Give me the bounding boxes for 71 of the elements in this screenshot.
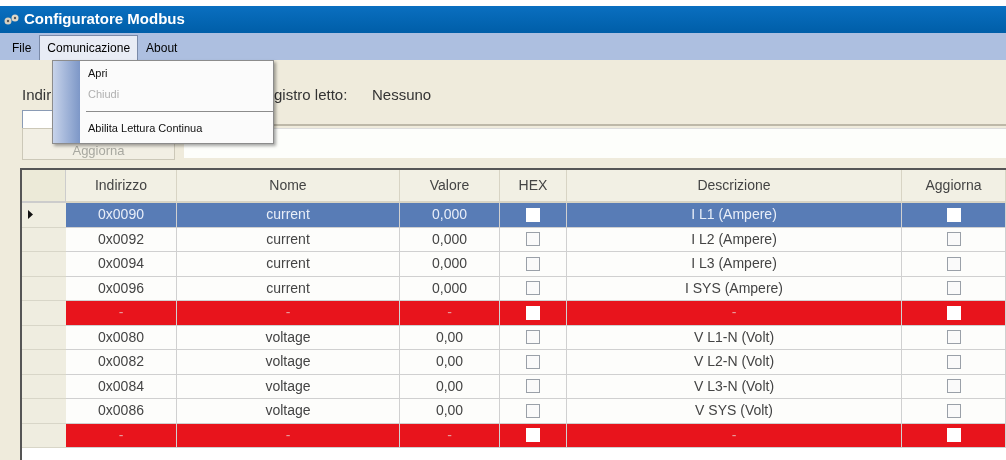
table-cell-text: 0,000	[431, 278, 467, 298]
update-checkbox[interactable]	[946, 281, 961, 296]
column-header: Aggiorna	[925, 176, 982, 195]
table-cell-text: current	[266, 254, 310, 274]
table-cell-text: 0x0092	[98, 229, 144, 249]
table-cell-text: V L3-N (Volt)	[693, 376, 775, 396]
table-cell-text: -	[731, 425, 737, 445]
table-cell-text: 0x0082	[98, 352, 144, 372]
table-cell-text: I L2 (Ampere)	[691, 229, 777, 249]
table-cell-text: -	[731, 303, 737, 323]
table-cell-text: 0x0096	[98, 278, 144, 298]
update-checkbox[interactable]	[946, 403, 961, 418]
column-header: Descrizione	[697, 176, 771, 195]
table-cell-text: 0x0090	[98, 205, 144, 225]
app-icon	[4, 12, 20, 27]
table-cell-text: 0,000	[431, 229, 467, 249]
table-cell-text: 0,00	[435, 376, 464, 396]
hex-checkbox[interactable]	[526, 379, 540, 394]
table-cell-text: -	[285, 425, 291, 445]
table-cell-text: 0x0084	[98, 376, 144, 396]
row-header[interactable]	[22, 203, 66, 228]
table-cell-text: 0,00	[435, 352, 464, 372]
row-pointer-icon	[28, 210, 33, 220]
table-cell-text: 0,000	[431, 254, 467, 274]
column-header: Nome	[269, 176, 307, 195]
table-cell-text: -	[285, 303, 291, 323]
table-cell-text: 0,00	[435, 327, 464, 347]
table-cell-text: 0,00	[435, 401, 464, 421]
table-cell-text: voltage	[265, 401, 311, 421]
table-cell-text: -	[118, 303, 124, 323]
hex-checkbox[interactable]	[526, 281, 540, 296]
field-label: Indir	[22, 85, 52, 105]
column-header: Valore	[429, 176, 470, 195]
register-value: Nessuno	[372, 85, 432, 105]
menu-item[interactable]: File	[4, 35, 40, 60]
hex-checkbox[interactable]	[526, 330, 540, 345]
table-cell-text: I SYS (Ampere)	[685, 278, 783, 298]
update-checkbox[interactable]	[946, 379, 961, 394]
column-header: HEX	[518, 176, 548, 195]
menu-item[interactable]: Comunicazione	[39, 35, 139, 60]
update-checkbox[interactable]	[946, 330, 961, 345]
menu-item[interactable]: About	[138, 35, 186, 60]
table-cell-text: current	[266, 229, 310, 249]
table-cell-text: 0x0086	[98, 401, 144, 421]
table-cell-text: V L1-N (Volt)	[693, 327, 775, 347]
hex-checkbox[interactable]	[526, 232, 540, 247]
table-cell-text: 0x0080	[98, 327, 144, 347]
table-cell-text: -	[447, 303, 452, 323]
table-cell-text: current	[266, 278, 310, 298]
table-cell-text: 0,000	[431, 205, 467, 225]
update-checkbox[interactable]	[946, 232, 961, 247]
window-title: Configuratore Modbus	[24, 9, 185, 30]
table-cell-text: voltage	[265, 327, 311, 347]
field-label: gistro letto:	[274, 85, 348, 105]
table-cell-text: -	[447, 425, 452, 445]
update-checkbox[interactable]	[946, 256, 961, 271]
column-header: Indirizzo	[94, 176, 148, 195]
table-cell-text: -	[118, 425, 124, 445]
menu-option[interactable]: Apri	[80, 63, 273, 84]
table-cell-text: I L3 (Ampere)	[691, 254, 777, 274]
table-cell-text: voltage	[265, 352, 311, 372]
hex-checkbox[interactable]	[526, 354, 540, 369]
table-cell-text: current	[266, 205, 310, 225]
table-cell-text: V SYS (Volt)	[695, 401, 773, 421]
hex-checkbox[interactable]	[526, 403, 540, 418]
table-cell-text: V L2-N (Volt)	[693, 352, 775, 372]
hex-checkbox[interactable]	[526, 256, 540, 271]
update-checkbox[interactable]	[946, 354, 961, 369]
table-cell-text: I L1 (Ampere)	[691, 205, 777, 225]
table-cell-text: 0x0094	[98, 254, 144, 274]
table-cell-text: voltage	[265, 376, 311, 396]
